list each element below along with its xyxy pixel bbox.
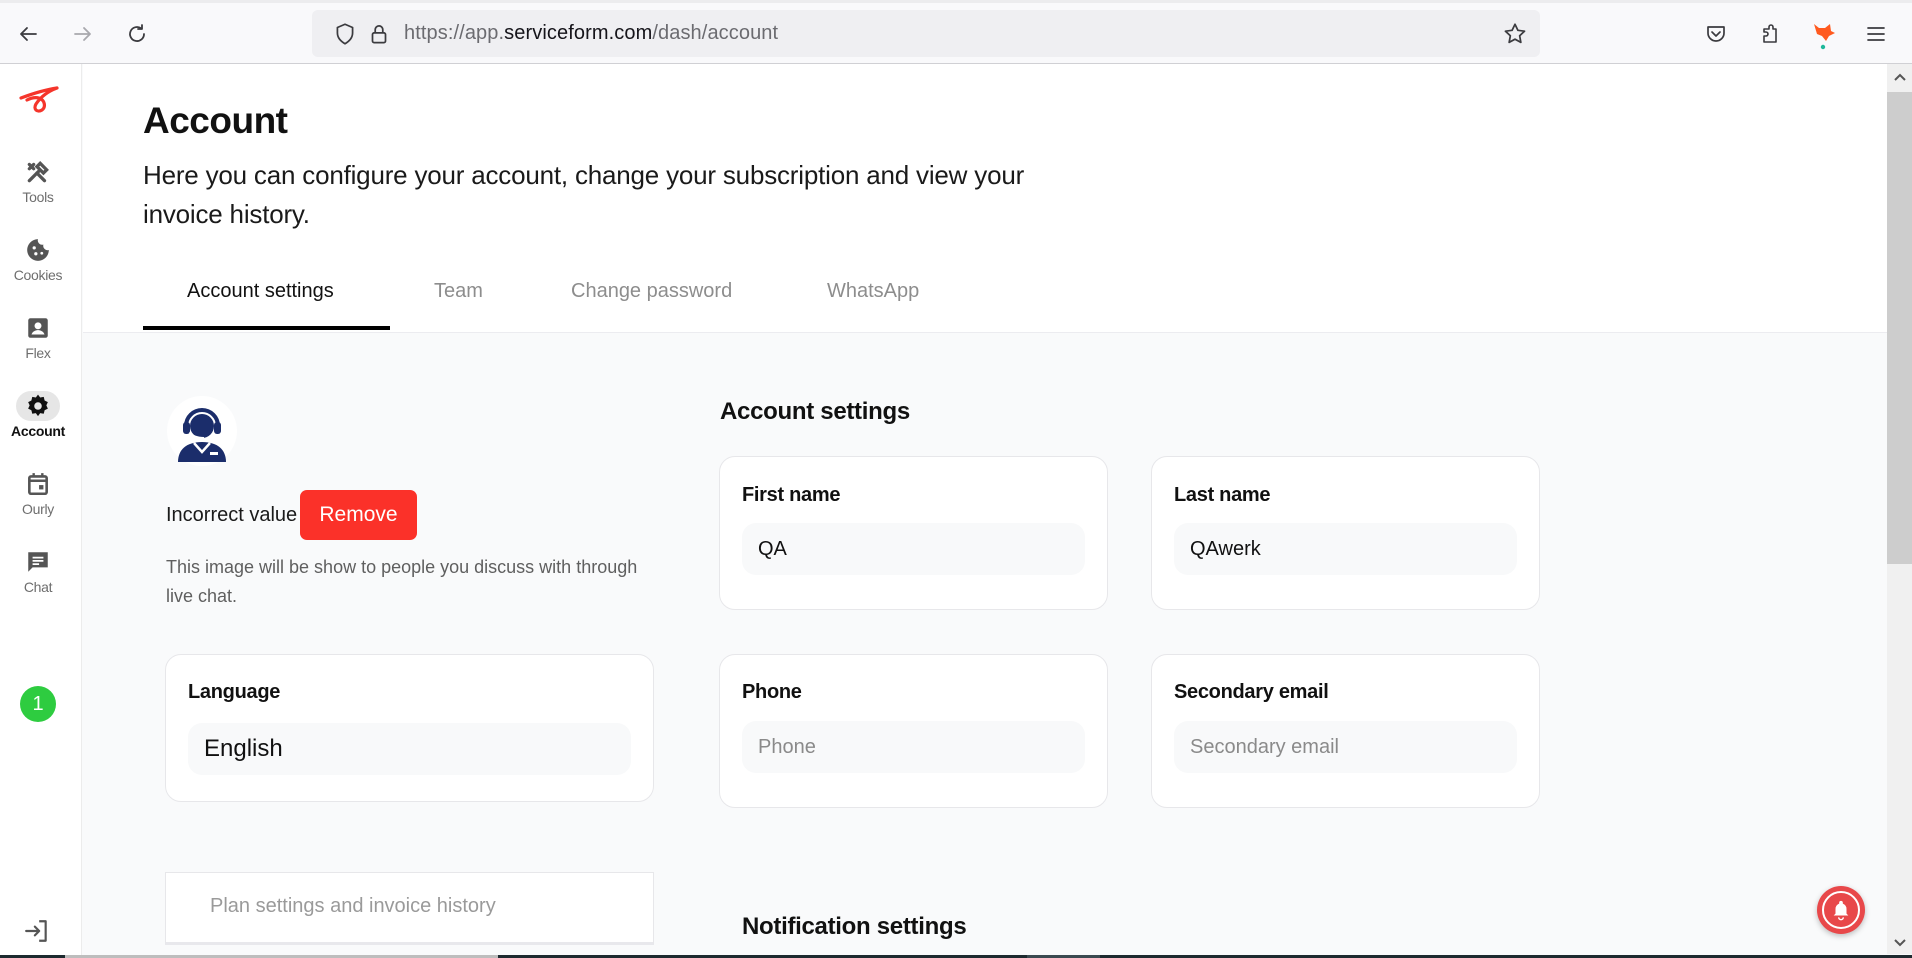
extensions-icon: [1763, 24, 1777, 43]
last-name-label: Last name: [1174, 484, 1271, 506]
language-label: Language: [188, 681, 281, 703]
phone-label: Phone: [742, 681, 802, 703]
last-name-card: Last name: [1151, 456, 1540, 610]
phone-card: Phone: [719, 654, 1108, 808]
page-title: Account: [143, 100, 288, 141]
notification-bell-button[interactable]: [1817, 886, 1865, 934]
url-host: serviceform.com: [504, 22, 653, 44]
avatar[interactable]: [167, 396, 237, 466]
sidebar-item-label: Chat: [23, 579, 53, 595]
tab-whatsapp[interactable]: WhatsApp: [827, 280, 919, 303]
secondary-email-card: Secondary email: [1151, 654, 1540, 808]
notification-settings-heading: Notification settings: [742, 913, 967, 940]
calendar-icon: [16, 469, 60, 499]
plan-settings-label: Plan settings and invoice history: [210, 895, 496, 917]
chevron-down-icon: [1893, 939, 1906, 947]
url-text[interactable]: https://app.serviceform.com/dash/account: [404, 22, 778, 45]
sidebar-item-ourly[interactable]: Ourly: [0, 469, 76, 517]
fox-extension-button[interactable]: [1807, 18, 1839, 50]
back-button[interactable]: [12, 18, 44, 50]
avatar-error-text: Incorrect value: [166, 504, 298, 526]
pocket-button[interactable]: [1700, 18, 1732, 50]
shield-icon[interactable]: [332, 21, 358, 47]
scroll-up-button[interactable]: [1887, 64, 1912, 90]
secondary-email-input[interactable]: [1174, 721, 1517, 773]
support-agent-avatar-icon: [178, 408, 226, 462]
extensions-button[interactable]: [1754, 18, 1786, 50]
bell-ring: [1822, 891, 1860, 929]
logout-button[interactable]: [24, 918, 50, 949]
remove-avatar-button[interactable]: Remove: [300, 490, 417, 540]
menu-icon: [1867, 27, 1885, 41]
logo-icon: [19, 86, 59, 113]
back-arrow-icon: [20, 27, 37, 41]
browser-toolbar: https://app.serviceform.com/dash/account: [0, 0, 1912, 64]
forward-arrow-icon: [74, 27, 91, 41]
sidebar-item-label: Ourly: [22, 501, 54, 517]
language-card: Language English: [165, 654, 654, 802]
forward-button[interactable]: [67, 18, 99, 50]
serviceform-logo[interactable]: [18, 86, 60, 121]
url-path: /dash/account: [652, 22, 779, 44]
first-name-label: First name: [742, 484, 841, 506]
chevron-up-icon: [1893, 73, 1906, 81]
sidebar-item-flex[interactable]: Flex: [0, 313, 76, 361]
reload-icon: [129, 24, 145, 42]
scroll-down-button[interactable]: [1887, 930, 1912, 956]
sidebar-item-account[interactable]: Account: [0, 391, 76, 439]
tools-icon: [16, 157, 60, 187]
address-bar[interactable]: https://app.serviceform.com/dash/account: [312, 10, 1540, 57]
sidebar-item-chat[interactable]: Chat: [0, 547, 76, 595]
fox-extension-icon: [1814, 24, 1835, 50]
sidebar: Tools Cookies Flex Account Ourly Chat 1: [0, 64, 82, 958]
sidebar-item-label: Account: [11, 423, 65, 439]
scrollbar-thumb[interactable]: [1887, 92, 1912, 564]
sidebar-item-cookies[interactable]: Cookies: [0, 235, 76, 283]
avatar-help-text: This image will be show to people you di…: [166, 557, 638, 606]
page-header: Account Here you can configure your acco…: [83, 64, 1887, 333]
gear-icon: [16, 391, 60, 421]
lock-icon[interactable]: [366, 21, 392, 47]
sidebar-item-label: Tools: [22, 189, 54, 205]
cookie-icon: [16, 235, 60, 265]
last-name-input[interactable]: [1174, 523, 1517, 575]
active-tab-indicator: [143, 326, 390, 330]
app-menu-button[interactable]: [1860, 18, 1892, 50]
first-name-input[interactable]: [742, 523, 1085, 575]
tab-strip-edge: [0, 0, 1912, 3]
bookmark-star-icon[interactable]: [1502, 21, 1528, 47]
tab-change-password[interactable]: Change password: [571, 280, 732, 303]
tab-account-settings[interactable]: Account settings: [187, 280, 334, 303]
page-subtitle: Here you can configure your account, cha…: [143, 160, 1025, 229]
url-scheme: https://app.: [404, 22, 505, 44]
sidebar-item-label: Flex: [25, 345, 51, 361]
reload-button[interactable]: [121, 18, 153, 50]
sidebar-item-tools[interactable]: Tools: [0, 157, 76, 205]
pocket-icon: [1707, 26, 1725, 42]
notification-count-badge[interactable]: 1: [20, 686, 56, 722]
tab-team[interactable]: Team: [434, 280, 483, 303]
chat-icon: [16, 547, 60, 577]
logout-icon: [25, 920, 47, 942]
contact-card-icon: [16, 313, 60, 343]
plan-settings-link[interactable]: Plan settings and invoice history: [165, 872, 654, 945]
first-name-card: First name: [719, 456, 1108, 610]
bell-icon: [1833, 900, 1849, 921]
phone-input[interactable]: [742, 721, 1085, 773]
account-settings-heading: Account settings: [720, 398, 910, 425]
secondary-email-label: Secondary email: [1174, 681, 1329, 703]
sidebar-item-label: Cookies: [13, 267, 63, 283]
language-select[interactable]: English: [188, 723, 631, 775]
